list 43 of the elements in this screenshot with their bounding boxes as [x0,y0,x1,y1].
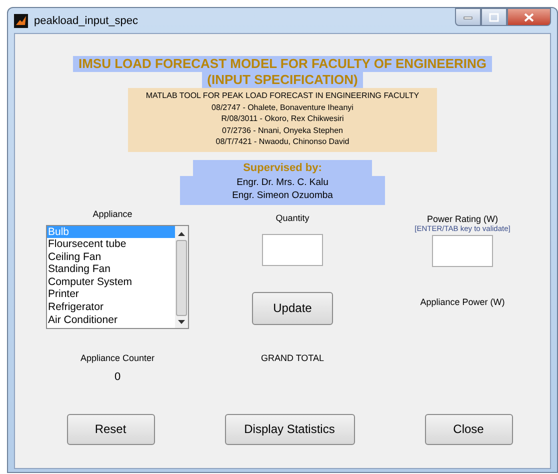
power-rating-field[interactable] [432,234,493,266]
minimize-icon [463,14,473,20]
minimize-button[interactable] [455,8,481,26]
scrollbar[interactable] [175,226,188,328]
credit-line: R/08/3011 - Okoro, Rex Chikwesiri [221,113,344,124]
scroll-thumb[interactable] [176,240,187,316]
reset-button[interactable]: Reset [66,414,154,444]
close-icon [524,12,534,22]
maximize-icon [489,12,499,22]
list-item[interactable]: Printer [47,288,175,302]
list-item[interactable]: Refrigerator [47,301,175,314]
quantity-label: Quantity [276,212,310,222]
supervisor-name: Engr. Dr. Mrs. C. Kalu [236,176,328,188]
credit-line: 08/2747 - Ohalete, Bonaventure Iheanyi [212,102,354,113]
banner-title: IMSU LOAD FORECAST MODEL FOR FACULTY OF ENGINEERING [73,56,492,72]
banner-title: (INPUT SPECIFICATION) [202,72,363,88]
supervisor-name: Engr. Simeon Ozuomba [232,188,333,202]
list-item[interactable]: Computer System [47,276,175,288]
scroll-up-icon[interactable] [178,232,185,236]
window-title: peakload_input_spec [34,14,138,26]
list-item[interactable]: Ceiling Fan [47,250,175,264]
credit-line: 07/2736 - Nnani, Onyeka Stephen [222,124,343,136]
close-button[interactable]: Close [424,414,512,444]
grand-total-label: GRAND TOTAL [260,352,324,362]
list-item[interactable]: Floursecent tube [47,238,175,251]
appliance-listbox[interactable]: Bulb Floursecent tube Ceiling Fan Standing Fan Computer System Printer Refrigerator Air Conditioner [46,224,189,328]
power-rating-label: Power Rating (W) [426,214,498,224]
maximize-button[interactable] [481,8,507,26]
appliance-label: Appliance [92,208,132,218]
list-item[interactable]: Standing Fan [47,263,175,276]
list-item[interactable]: Air Conditioner [47,314,175,326]
display-statistics-button[interactable]: Display Statistics [224,414,354,444]
appliance-power-label: Appliance Power (W) [420,296,505,306]
counter-value: 0 [114,370,121,382]
credit-line: MATLAB TOOL FOR PEAK LOAD FORECAST IN ENGINEERING FACULTY [146,90,420,102]
credit-line: 08/T/7421 - Nwaodu, Chinonso David [216,136,350,148]
counter-label: Appliance Counter [80,352,155,362]
quantity-field[interactable] [262,234,323,266]
supervisor-heading: Supervised by: [193,160,372,176]
app-icon [14,14,28,28]
update-button[interactable]: Update [252,292,333,324]
scroll-down-icon[interactable] [178,320,185,324]
close-button[interactable] [507,8,551,26]
